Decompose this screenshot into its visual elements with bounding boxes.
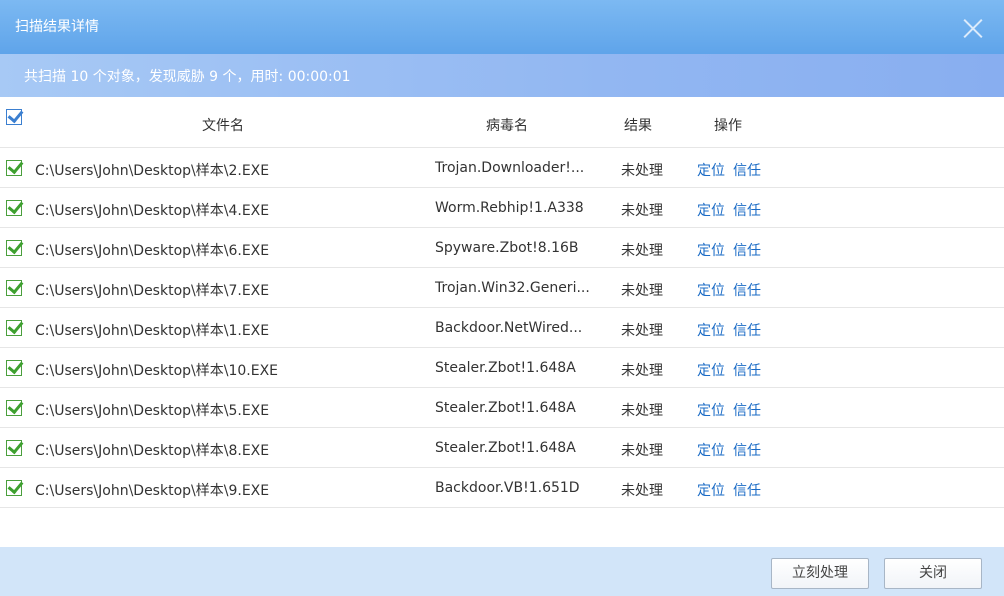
- row-checkbox[interactable]: [6, 320, 22, 336]
- file-path: C:\Users\John\Desktop\样本\1.EXE: [35, 323, 270, 339]
- row-checkbox[interactable]: [6, 440, 22, 456]
- table-row[interactable]: C:\Users\John\Desktop\样本\7.EXE Trojan.Win…: [0, 268, 1004, 308]
- table-header: 文件名 病毒名 结果 操作: [0, 97, 1004, 148]
- result-status: 未处理: [621, 323, 663, 339]
- title-bar: 扫描结果详情: [0, 0, 1004, 54]
- trust-link[interactable]: 信任: [733, 400, 761, 420]
- table-row[interactable]: C:\Users\John\Desktop\样本\9.EXE Backdoor.V…: [0, 468, 1004, 508]
- result-status: 未处理: [621, 483, 663, 499]
- table-row[interactable]: C:\Users\John\Desktop\样本\5.EXE Stealer.Zb…: [0, 388, 1004, 428]
- virus-name: Backdoor.NetWired...: [435, 320, 583, 336]
- header-file: 文件名: [202, 118, 244, 134]
- trust-link[interactable]: 信任: [733, 240, 761, 260]
- close-icon[interactable]: [962, 17, 984, 39]
- trust-link[interactable]: 信任: [733, 440, 761, 460]
- virus-name: Trojan.Downloader!...: [435, 160, 585, 176]
- result-status: 未处理: [621, 163, 663, 179]
- file-path: C:\Users\John\Desktop\样本\5.EXE: [35, 403, 270, 419]
- row-checkbox[interactable]: [6, 480, 22, 496]
- row-checkbox[interactable]: [6, 280, 22, 296]
- locate-link[interactable]: 定位: [697, 320, 725, 340]
- result-status: 未处理: [621, 443, 663, 459]
- result-status: 未处理: [621, 243, 663, 259]
- trust-link[interactable]: 信任: [733, 360, 761, 380]
- row-checkbox[interactable]: [6, 200, 22, 216]
- locate-link[interactable]: 定位: [697, 480, 725, 500]
- scan-summary-bar: 共扫描 10 个对象，发现威胁 9 个，用时: 00:00:01: [0, 54, 1004, 97]
- file-path: C:\Users\John\Desktop\样本\2.EXE: [35, 163, 270, 179]
- row-checkbox[interactable]: [6, 160, 22, 176]
- table-row[interactable]: C:\Users\John\Desktop\样本\1.EXE Backdoor.N…: [0, 308, 1004, 348]
- result-status: 未处理: [621, 283, 663, 299]
- select-all-checkbox[interactable]: [6, 109, 22, 125]
- file-path: C:\Users\John\Desktop\样本\8.EXE: [35, 443, 270, 459]
- header-result: 结果: [624, 118, 652, 134]
- locate-link[interactable]: 定位: [697, 360, 725, 380]
- virus-name: Spyware.Zbot!8.16B: [435, 240, 579, 256]
- header-action: 操作: [714, 118, 742, 134]
- file-path: C:\Users\John\Desktop\样本\4.EXE: [35, 203, 270, 219]
- virus-name: Worm.Rebhip!1.A338: [435, 200, 584, 216]
- table-row[interactable]: C:\Users\John\Desktop\样本\8.EXE Stealer.Zb…: [0, 428, 1004, 468]
- table-row[interactable]: C:\Users\John\Desktop\样本\10.EXE Stealer.Z…: [0, 348, 1004, 388]
- row-checkbox[interactable]: [6, 360, 22, 376]
- header-virus: 病毒名: [486, 118, 528, 134]
- virus-name: Stealer.Zbot!1.648A: [435, 440, 576, 456]
- trust-link[interactable]: 信任: [733, 160, 761, 180]
- virus-name: Stealer.Zbot!1.648A: [435, 360, 576, 376]
- virus-name: Trojan.Win32.Generi...: [435, 280, 590, 296]
- locate-link[interactable]: 定位: [697, 240, 725, 260]
- virus-name: Stealer.Zbot!1.648A: [435, 400, 576, 416]
- file-path: C:\Users\John\Desktop\样本\9.EXE: [35, 483, 270, 499]
- locate-link[interactable]: 定位: [697, 280, 725, 300]
- table-row[interactable]: C:\Users\John\Desktop\样本\4.EXE Worm.Rebhi…: [0, 188, 1004, 228]
- result-status: 未处理: [621, 403, 663, 419]
- trust-link[interactable]: 信任: [733, 200, 761, 220]
- locate-link[interactable]: 定位: [697, 440, 725, 460]
- locate-link[interactable]: 定位: [697, 160, 725, 180]
- file-path: C:\Users\John\Desktop\样本\7.EXE: [35, 283, 270, 299]
- result-status: 未处理: [621, 363, 663, 379]
- file-path: C:\Users\John\Desktop\样本\10.EXE: [35, 363, 279, 379]
- row-checkbox[interactable]: [6, 400, 22, 416]
- process-now-button[interactable]: 立刻处理: [771, 558, 869, 589]
- table-row[interactable]: C:\Users\John\Desktop\样本\6.EXE Spyware.Zb…: [0, 228, 1004, 268]
- result-status: 未处理: [621, 203, 663, 219]
- trust-link[interactable]: 信任: [733, 280, 761, 300]
- window-title: 扫描结果详情: [15, 19, 99, 35]
- trust-link[interactable]: 信任: [733, 480, 761, 500]
- trust-link[interactable]: 信任: [733, 320, 761, 340]
- close-button[interactable]: 关闭: [884, 558, 982, 589]
- footer-bar: 立刻处理 关闭: [0, 547, 1004, 596]
- scan-summary-text: 共扫描 10 个对象，发现威胁 9 个，用时: 00:00:01: [24, 69, 351, 85]
- virus-name: Backdoor.VB!1.651D: [435, 480, 580, 496]
- table-row[interactable]: C:\Users\John\Desktop\样本\2.EXE Trojan.Dow…: [0, 148, 1004, 188]
- locate-link[interactable]: 定位: [697, 200, 725, 220]
- results-table: 文件名 病毒名 结果 操作 C:\Users\John\Desktop\样本\2…: [0, 97, 1004, 547]
- row-checkbox[interactable]: [6, 240, 22, 256]
- file-path: C:\Users\John\Desktop\样本\6.EXE: [35, 243, 270, 259]
- locate-link[interactable]: 定位: [697, 400, 725, 420]
